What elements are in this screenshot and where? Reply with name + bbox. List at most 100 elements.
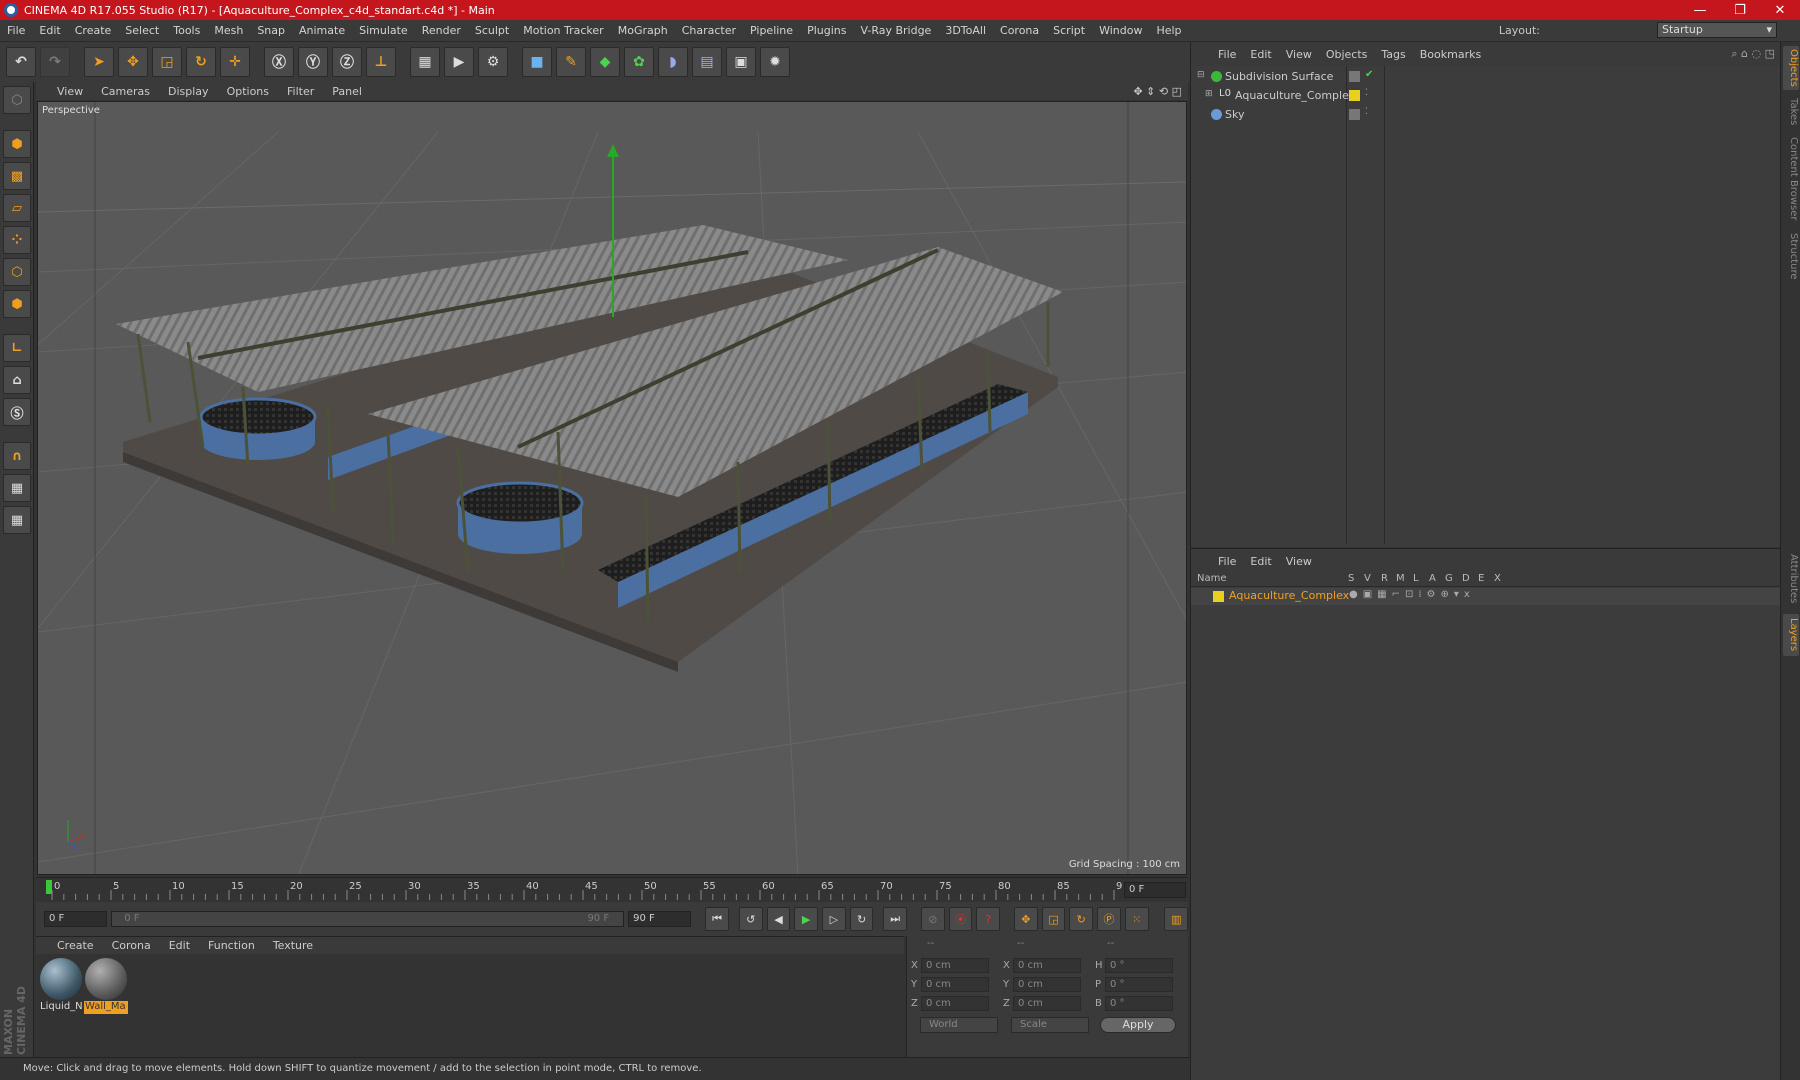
coordinate-mode-dropdown[interactable]: World bbox=[920, 1017, 998, 1033]
key-scale-button[interactable]: ◲ bbox=[1041, 907, 1066, 931]
object-menu-bookmarks[interactable]: Bookmarks bbox=[1413, 48, 1488, 61]
object-menu-objects[interactable]: Objects bbox=[1319, 48, 1375, 61]
redo-button[interactable]: ↷ bbox=[40, 47, 70, 77]
layer-menu-file[interactable]: File bbox=[1211, 555, 1243, 568]
viewport-menu-display[interactable]: Display bbox=[159, 85, 218, 98]
viewport-menu-view[interactable]: View bbox=[48, 85, 92, 98]
add-floor-button[interactable]: ▤ bbox=[692, 47, 722, 77]
viewport-menu-filter[interactable]: Filter bbox=[278, 85, 323, 98]
key-pla-button[interactable]: ⁙ bbox=[1124, 907, 1149, 931]
timeline-window-button[interactable]: ▥ bbox=[1164, 907, 1189, 931]
layout-dropdown[interactable]: Startup ▾ bbox=[1657, 22, 1777, 38]
render-dots-icon[interactable]: ⁚ bbox=[1365, 88, 1376, 99]
last-tool-button[interactable]: ✛ bbox=[220, 47, 250, 77]
size-x-field[interactable]: 0 cm bbox=[1013, 958, 1081, 973]
rotation-p-field[interactable]: 0 ° bbox=[1105, 977, 1173, 992]
tab-attributes[interactable]: Attributes bbox=[1783, 548, 1799, 610]
start-frame-field[interactable]: 0 F bbox=[44, 911, 108, 927]
menu-corona[interactable]: Corona bbox=[993, 24, 1046, 37]
material-wall[interactable]: Wall_Ma bbox=[84, 958, 128, 1016]
add-camera-button[interactable]: ▣ bbox=[726, 47, 756, 77]
menu-plugins[interactable]: Plugins bbox=[800, 24, 853, 37]
menu-3dtoall[interactable]: 3DToAll bbox=[938, 24, 993, 37]
tab-objects[interactable]: Objects bbox=[1783, 46, 1799, 90]
layer-flag-icons[interactable]: ●▣▦⌐⊡⁞⚙⊕▾ⅹ bbox=[1349, 589, 1475, 600]
go-to-end-button[interactable]: ⏭ bbox=[883, 907, 908, 931]
end-frame-field[interactable]: 90 F bbox=[628, 911, 692, 927]
record-keys-button[interactable]: ⊘ bbox=[921, 907, 945, 931]
menu-script[interactable]: Script bbox=[1046, 24, 1092, 37]
move-tool-button[interactable]: ✥ bbox=[118, 47, 148, 77]
minimize-button[interactable]: — bbox=[1680, 0, 1720, 20]
tweak-mode-button[interactable]: ⌂ bbox=[3, 366, 31, 394]
x-axis-button[interactable]: Ⓧ bbox=[264, 47, 294, 77]
autokey-button[interactable]: ⦿ bbox=[948, 907, 973, 931]
polygons-mode-button[interactable]: ⬢ bbox=[3, 290, 31, 318]
menu-motion-tracker[interactable]: Motion Tracker bbox=[516, 24, 610, 37]
menu-mograph[interactable]: MoGraph bbox=[611, 24, 675, 37]
add-deformer-button[interactable]: ◗ bbox=[658, 47, 688, 77]
prev-key-button[interactable]: ↺ bbox=[738, 907, 763, 931]
layer-menu-edit[interactable]: Edit bbox=[1243, 555, 1278, 568]
size-y-field[interactable]: 0 cm bbox=[1013, 977, 1081, 992]
play-button[interactable]: ▶ bbox=[794, 907, 818, 931]
lock-workplane-button[interactable]: ▦ bbox=[3, 474, 31, 502]
viewport-menu-options[interactable]: Options bbox=[218, 85, 278, 98]
key-rotation-button[interactable]: ↻ bbox=[1069, 907, 1094, 931]
texture-mode-button[interactable]: ▩ bbox=[3, 162, 31, 190]
visibility-icon[interactable] bbox=[1349, 71, 1360, 82]
scale-tool-button[interactable]: ◲ bbox=[152, 47, 182, 77]
add-light-button[interactable]: ✹ bbox=[760, 47, 790, 77]
menu-mesh[interactable]: Mesh bbox=[207, 24, 250, 37]
planar-workplane-button[interactable]: ▦ bbox=[3, 506, 31, 534]
model-mode-button[interactable]: ⬢ bbox=[3, 130, 31, 158]
menu-render[interactable]: Render bbox=[415, 24, 468, 37]
menu-pipeline[interactable]: Pipeline bbox=[743, 24, 800, 37]
menu-select[interactable]: Select bbox=[118, 24, 166, 37]
layer-color-swatch[interactable] bbox=[1213, 591, 1224, 602]
layer-menu-view[interactable]: View bbox=[1279, 555, 1319, 568]
z-axis-button[interactable]: Ⓩ bbox=[332, 47, 362, 77]
viewport-menu-panel[interactable]: Panel bbox=[323, 85, 371, 98]
tab-takes[interactable]: Takes bbox=[1783, 94, 1799, 130]
enabled-check-icon[interactable]: ✔ bbox=[1365, 69, 1376, 80]
make-editable-button[interactable]: ⬡ bbox=[3, 86, 31, 114]
position-y-field[interactable]: 0 cm bbox=[921, 977, 989, 992]
viewport-nav-icons[interactable]: ✥ ⇕ ⟲ ◰ bbox=[1133, 85, 1182, 98]
menu-window[interactable]: Window bbox=[1092, 24, 1149, 37]
menu-create[interactable]: Create bbox=[68, 24, 119, 37]
object-menu-view[interactable]: View bbox=[1279, 48, 1319, 61]
current-frame-field[interactable]: 0 F bbox=[1124, 882, 1186, 898]
points-mode-button[interactable]: ⁘ bbox=[3, 226, 31, 254]
layer-color-icon[interactable] bbox=[1349, 90, 1360, 101]
menu-edit[interactable]: Edit bbox=[32, 24, 67, 37]
material-liquid[interactable]: Liquid_N bbox=[39, 958, 83, 1016]
tab-content-browser[interactable]: Content Browser bbox=[1783, 134, 1799, 224]
menu-tools[interactable]: Tools bbox=[166, 24, 207, 37]
material-menu-create[interactable]: Create bbox=[48, 939, 103, 952]
object-row-sky[interactable]: Sky ⁚ bbox=[1191, 106, 1781, 124]
material-menu-texture[interactable]: Texture bbox=[264, 939, 322, 952]
rotation-b-field[interactable]: 0 ° bbox=[1105, 996, 1173, 1011]
add-array-button[interactable]: ✿ bbox=[624, 47, 654, 77]
next-key-button[interactable]: ↻ bbox=[849, 907, 874, 931]
live-selection-button[interactable]: ➤ bbox=[84, 47, 114, 77]
add-subdivision-button[interactable]: ◆ bbox=[590, 47, 620, 77]
size-mode-dropdown[interactable]: Scale bbox=[1011, 1017, 1089, 1033]
render-view-button[interactable]: ▦ bbox=[410, 47, 440, 77]
menu-animate[interactable]: Animate bbox=[292, 24, 352, 37]
add-cube-button[interactable]: ■ bbox=[522, 47, 552, 77]
position-x-field[interactable]: 0 cm bbox=[921, 958, 989, 973]
menu-sculpt[interactable]: Sculpt bbox=[468, 24, 516, 37]
object-menu-file[interactable]: File bbox=[1211, 48, 1243, 61]
render-settings-button[interactable]: ⚙ bbox=[478, 47, 508, 77]
key-parameter-button[interactable]: Ⓟ bbox=[1097, 907, 1121, 931]
workplane-mode-button[interactable]: ▱ bbox=[3, 194, 31, 222]
prev-frame-button[interactable]: ◀ bbox=[766, 907, 791, 931]
tab-structure[interactable]: Structure bbox=[1783, 228, 1799, 284]
next-frame-button[interactable]: ▷ bbox=[822, 907, 846, 931]
material-menu-edit[interactable]: Edit bbox=[160, 939, 199, 952]
y-axis-button[interactable]: Ⓨ bbox=[298, 47, 328, 77]
edges-mode-button[interactable]: ⬡ bbox=[3, 258, 31, 286]
render-dots-icon[interactable]: ⁚ bbox=[1365, 107, 1376, 118]
